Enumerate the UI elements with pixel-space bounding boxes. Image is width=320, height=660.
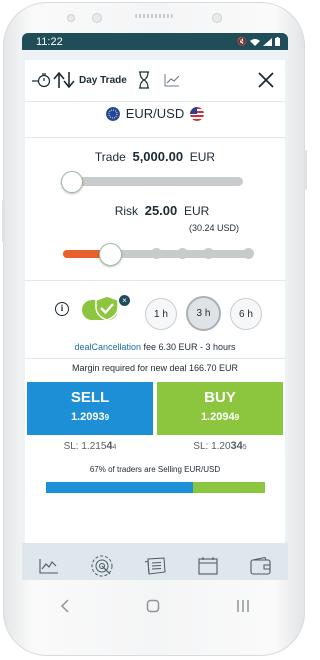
duration-1h-button[interactable]: 1 h	[145, 298, 177, 330]
trade-slider[interactable]	[63, 177, 243, 186]
toolbar: Day Trade	[25, 60, 285, 100]
us-flag-icon	[190, 106, 205, 121]
risk-amount-row: Risk 25.00 EUR	[25, 203, 285, 218]
deal-cancellation-info: dealCancellation fee 6.30 EUR - 3 hours	[25, 342, 285, 352]
info-icon[interactable]: i	[55, 302, 69, 316]
risk-converted: (30.24 USD)	[189, 223, 240, 233]
divider	[25, 280, 285, 281]
trade-amount-row: Trade 5,000.00 EUR	[25, 149, 285, 164]
sentiment-bar	[46, 482, 265, 493]
buy-price: 1.20949	[200, 411, 240, 423]
sell-label: SELL	[70, 389, 110, 406]
stopwatch-icon[interactable]	[31, 69, 53, 91]
sensor	[67, 14, 75, 22]
trade-amount[interactable]: 5,000.00	[132, 149, 183, 164]
instrument-selector[interactable]: EUR/USD	[25, 106, 285, 121]
buy-label: BUY	[204, 389, 236, 406]
home-icon[interactable]	[146, 599, 160, 618]
speaker-grille	[135, 14, 173, 18]
risk-tick[interactable]	[177, 248, 188, 259]
sentiment-text: 67% of traders are Selling EUR/USD	[89, 465, 221, 474]
risk-tick[interactable]	[151, 248, 162, 259]
risk-tick[interactable]	[203, 248, 214, 259]
sentiment-sell-fill	[46, 482, 193, 493]
toolbar-title: Day Trade	[79, 74, 127, 86]
clock: 11:22	[36, 35, 63, 48]
front-camera	[92, 13, 102, 23]
duration-3h-button[interactable]: 3 h	[186, 296, 221, 331]
deal-cancellation-fee: fee 6.30 EUR - 3 hours	[143, 342, 236, 352]
news-icon[interactable]	[143, 554, 167, 578]
signal-icon	[263, 37, 272, 46]
divider	[25, 358, 285, 359]
trade-slider-handle[interactable]	[61, 171, 83, 193]
close-icon[interactable]	[255, 69, 277, 91]
risk-label: Risk	[114, 204, 139, 218]
bottom-nav	[22, 543, 288, 580]
instrument-label: EUR/USD	[125, 106, 185, 121]
wifi-icon	[250, 38, 260, 46]
wallet-icon[interactable]	[249, 554, 273, 578]
system-nav-bar	[22, 588, 288, 628]
sell-stop-loss: SL: 1.21544	[63, 440, 117, 452]
volume-button	[2, 200, 5, 242]
buy-button[interactable]: BUY 1.20949	[157, 382, 283, 435]
eu-flag-icon	[105, 106, 120, 121]
battery-icon	[275, 37, 280, 46]
sell-button[interactable]: SELL 1.20939	[27, 382, 153, 435]
mute-icon: 🔇	[237, 37, 247, 46]
shield-check-icon	[93, 294, 121, 322]
buy-stop-loss: SL: 1.20345	[193, 440, 247, 452]
sell-price: 1.20939	[70, 411, 110, 423]
back-icon[interactable]	[60, 598, 70, 618]
front-camera-2	[212, 13, 222, 23]
app-area: Day Trade EUR/USD Trade 5,000.00 EUR Ris…	[22, 50, 288, 580]
power-button	[304, 150, 307, 190]
status-bar: 11:22 🔇	[22, 33, 288, 50]
duration-6h-button[interactable]: 6 h	[230, 298, 262, 330]
divider	[25, 137, 285, 138]
radar-icon[interactable]	[90, 554, 114, 578]
hourglass-icon[interactable]	[133, 69, 155, 91]
trend-chart-icon[interactable]	[161, 69, 183, 91]
risk-tick[interactable]	[243, 248, 254, 259]
risk-currency: EUR	[183, 204, 210, 218]
buy-sell-arrows-icon[interactable]	[53, 69, 75, 91]
trade-panel: Day Trade EUR/USD Trade 5,000.00 EUR Ris…	[25, 60, 285, 580]
risk-amount[interactable]: 25.00	[145, 203, 178, 218]
margin-text: Margin required for new deal 166.70 EUR	[71, 363, 239, 373]
deal-cancellation-link[interactable]: dealCancellation	[74, 342, 141, 352]
recent-apps-icon[interactable]	[236, 599, 250, 618]
trade-currency: EUR	[189, 150, 216, 164]
chart-icon[interactable]	[37, 554, 61, 578]
screen: 11:22 🔇 Day Trade EUR/USD Trade 5,000.00…	[22, 33, 288, 580]
toggle-off-icon[interactable]: ×	[119, 295, 130, 306]
calendar-icon[interactable]	[196, 554, 220, 578]
trade-label: Trade	[94, 150, 126, 164]
risk-slider-handle[interactable]	[98, 243, 122, 266]
divider	[25, 101, 285, 102]
